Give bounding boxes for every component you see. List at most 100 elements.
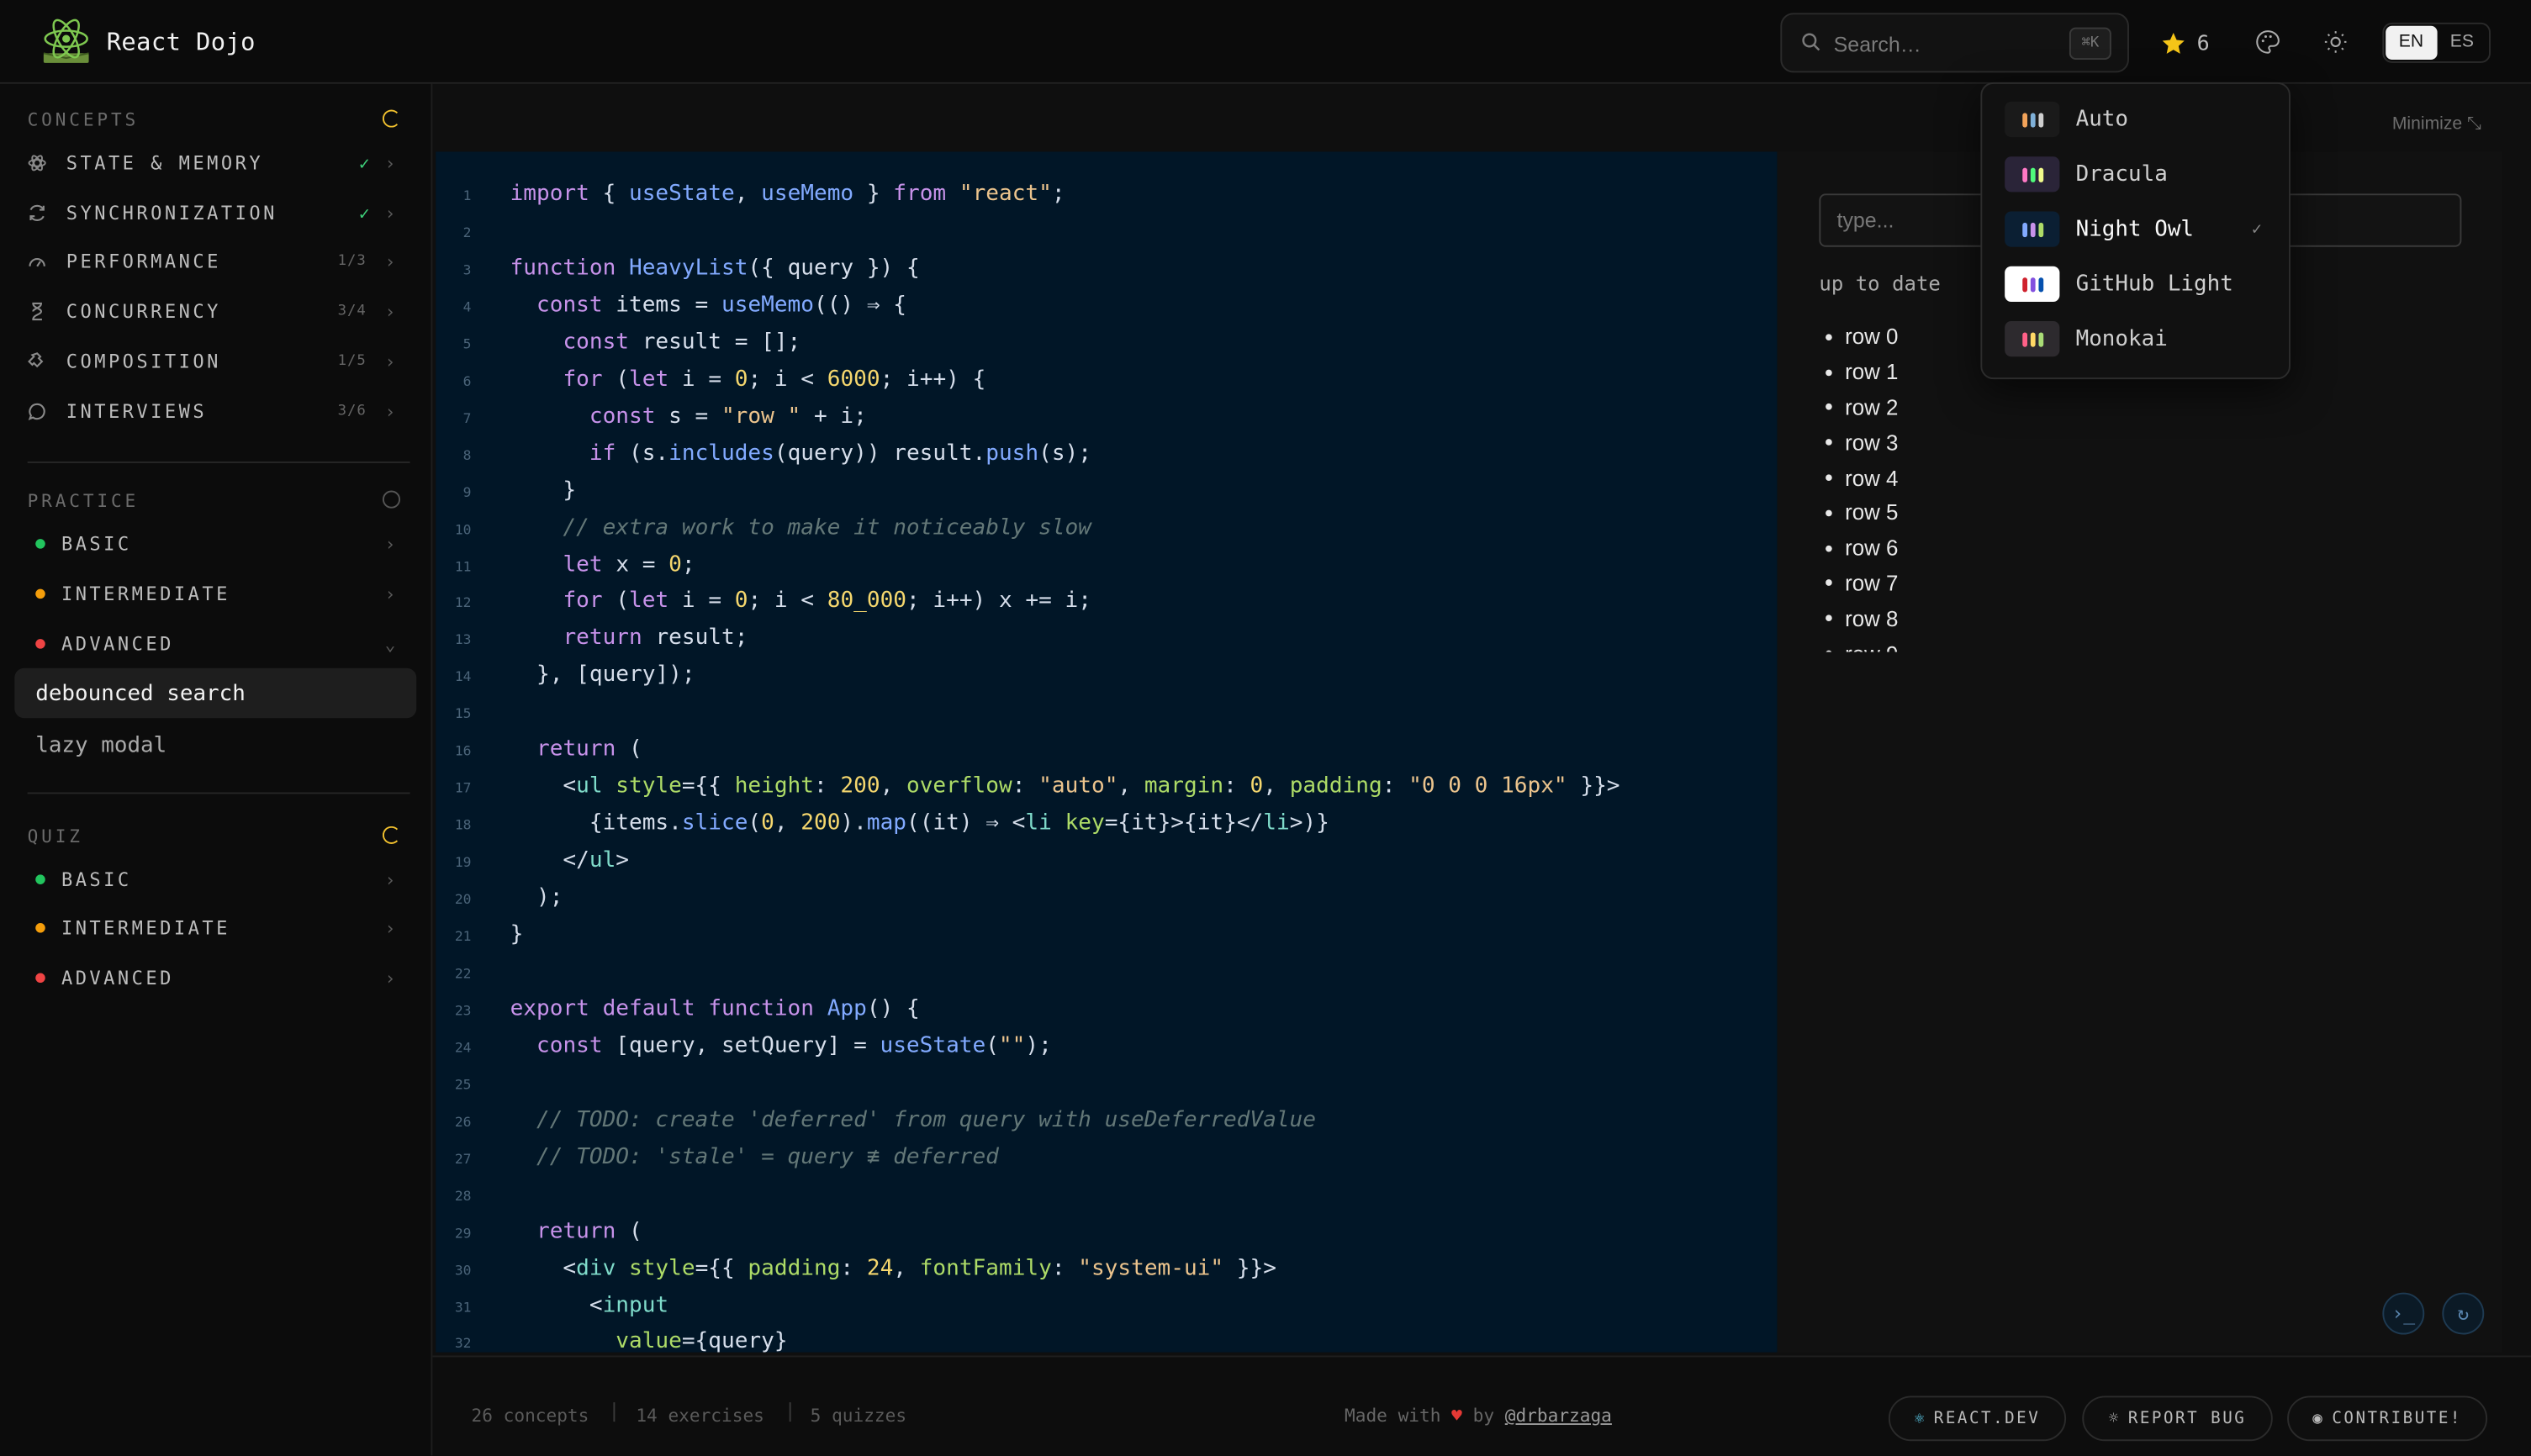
author-link[interactable]: @drbarzaga <box>1505 1406 1612 1427</box>
code-line[interactable]: 21} <box>436 921 1777 958</box>
theme-palette-button[interactable] <box>2252 26 2284 58</box>
react-dev-button[interactable]: ⚛ REACT.DEV <box>1888 1395 2067 1442</box>
code-text: {items.slice(0, 200).map((it) ⇒ <li key=… <box>510 810 1329 836</box>
line-number: 30 <box>454 1263 472 1279</box>
sidebar-item-practice-basic[interactable]: BASIC › <box>28 526 405 562</box>
code-line[interactable]: 13 return result; <box>436 625 1777 662</box>
chevron-right-icon: › <box>384 967 396 989</box>
code-line[interactable]: 12 for (let i = 0; i < 80_000; i++) x +=… <box>436 588 1777 625</box>
code-editor[interactable]: 1 import { useState, useMemo } from "reac… <box>436 151 1778 1353</box>
exercise-lazy-modal[interactable]: lazy modal <box>14 720 416 770</box>
code-text: // TODO: 'stale' = query ≢ deferred <box>536 1143 999 1170</box>
theme-option-auto[interactable]: Auto <box>2005 100 2273 139</box>
sidebar-item-synchronization[interactable]: SYNCHRONIZATION ✓ › <box>28 195 405 230</box>
code-line[interactable]: 17 <ul style={{ height: 200, overflow: "… <box>436 773 1777 810</box>
code-line[interactable]: 16 return ( <box>436 736 1777 773</box>
code-text: } <box>510 477 577 504</box>
console-button[interactable]: ›_ <box>2382 1292 2425 1335</box>
code-line[interactable]: 28 <box>436 1180 1777 1217</box>
line-number: 22 <box>454 966 472 983</box>
react-dojo-logo[interactable] <box>39 16 93 67</box>
sidebar-item-state-memory[interactable]: STATE & MEMORY ✓ › <box>28 145 405 181</box>
line-number: 14 <box>454 670 472 687</box>
code-line[interactable]: 7 const s = "row " + i; <box>436 403 1777 440</box>
sidebar-item-practice-advanced[interactable]: ADVANCED ⌄ <box>28 626 405 662</box>
chevron-right-icon: › <box>384 351 396 372</box>
code-line[interactable]: 15 <box>436 699 1777 736</box>
code-line[interactable]: 11 let x = 0; <box>436 551 1777 588</box>
lang-en-button[interactable]: EN <box>2386 25 2437 61</box>
sidebar-item-label: STATE & MEMORY <box>66 151 264 175</box>
list-item: row 4 <box>1826 460 2148 495</box>
report-bug-button[interactable]: ☼ REPORT BUG <box>2082 1395 2273 1442</box>
search-input[interactable] <box>1833 29 2076 59</box>
sidebar-item-performance[interactable]: PERFORMANCE 1/3 › <box>28 244 405 279</box>
line-number: 17 <box>454 781 472 798</box>
list-item: row 3 <box>1826 425 2148 461</box>
code-line[interactable]: 31 <input <box>436 1292 1777 1329</box>
code-line[interactable]: 18 {items.slice(0, 200).map((it) ⇒ <li k… <box>436 810 1777 847</box>
code-line[interactable]: 14 }, [query]); <box>436 662 1777 699</box>
sidebar-item-quiz-basic[interactable]: BASIC › <box>28 862 405 897</box>
sidebar-divider <box>27 792 410 794</box>
code-line[interactable]: 24 const [query, setQuery] = useState(""… <box>436 1032 1777 1069</box>
code-line[interactable]: 29 return ( <box>436 1218 1777 1255</box>
code-line[interactable]: 1 import { useState, useMemo } from "reac… <box>436 181 1777 218</box>
sidebar-item-concurrency[interactable]: CONCURRENCY 3/4 › <box>28 293 405 329</box>
chevron-right-icon: › <box>384 152 396 174</box>
code-line[interactable]: 9 } <box>436 477 1777 514</box>
theme-option-monokai[interactable]: Monokai <box>2005 319 2273 358</box>
sidebar-item-practice-intermediate[interactable]: INTERMEDIATE › <box>28 576 405 611</box>
palette-icon <box>2256 30 2280 54</box>
minimize-button[interactable]: Minimize ⤡ <box>2392 114 2481 135</box>
code-text: function HeavyList({ query }) { <box>510 255 920 281</box>
code-line[interactable]: 10 // extra work to make it noticeably s… <box>436 514 1777 551</box>
github-stars-button[interactable]: 6 <box>2159 28 2210 60</box>
app-title[interactable]: React Dojo <box>107 28 256 57</box>
refresh-button[interactable]: ↻ <box>2442 1292 2485 1335</box>
level-dot <box>35 539 45 549</box>
code-line[interactable]: 25 <box>436 1069 1777 1106</box>
code-line[interactable]: 32 value={query} <box>436 1329 1777 1353</box>
theme-option-dracula[interactable]: Dracula <box>2005 155 2273 193</box>
app-window: React Dojo ⌘K 6 EN ES CONCEPTS STATE & M… <box>0 0 2531 1456</box>
sidebar-item-composition[interactable]: COMPOSITION 1/5 › <box>28 344 405 379</box>
code-line[interactable]: 30 <div style={{ padding: 24, fontFamily… <box>436 1255 1777 1292</box>
check-icon: ✓ <box>358 152 370 174</box>
code-text: // TODO: create 'deferred' from query wi… <box>536 1106 1316 1133</box>
code-line[interactable]: 8 if (s.includes(query)) result.push(s); <box>436 440 1777 477</box>
code-line[interactable]: 22 <box>436 958 1777 995</box>
theme-option-night-owl[interactable]: Night Owl ✓ <box>2005 210 2273 249</box>
code-text: <ul style={{ height: 200, overflow: "aut… <box>510 773 1620 799</box>
sidebar-item-quiz-intermediate[interactable]: INTERMEDIATE › <box>28 910 405 946</box>
level-dot <box>35 874 45 884</box>
code-line[interactable]: 27 // TODO: 'stale' = query ≢ deferred <box>436 1143 1777 1180</box>
code-line[interactable]: 2 <box>436 218 1777 255</box>
terminal-icon: ›_ <box>2391 1302 2416 1325</box>
github-icon: ◉ <box>2312 1409 2322 1427</box>
exercise-debounced-search[interactable]: debounced search <box>14 667 417 719</box>
code-line[interactable]: 5 const result = []; <box>436 329 1777 366</box>
line-number: 10 <box>454 522 472 539</box>
sidebar-item-quiz-advanced[interactable]: ADVANCED › <box>28 960 405 995</box>
code-line[interactable]: 19 </ul> <box>436 847 1777 884</box>
language-switch: EN ES <box>2382 22 2491 63</box>
code-line[interactable]: 6 for (let i = 0; i < 6000; i++) { <box>436 366 1777 403</box>
sidebar-item-label: INTERMEDIATE <box>61 582 230 605</box>
sidebar-item-interviews[interactable]: INTERVIEWS 3/6 › <box>28 393 405 429</box>
search-box[interactable]: ⌘K <box>1780 13 2129 73</box>
code-line[interactable]: 4 const items = useMemo(() ⇒ { <box>436 292 1777 329</box>
sidebar-item-label: BASIC <box>61 868 132 891</box>
contribute-button[interactable]: ◉ CONTRIBUTE! <box>2287 1395 2488 1442</box>
code-line[interactable]: 23 export default function App() { <box>436 995 1777 1032</box>
theme-option-github-light[interactable]: GitHub Light <box>2005 265 2273 303</box>
line-number: 29 <box>454 1226 472 1242</box>
light-mode-button[interactable] <box>2319 26 2351 58</box>
progress-count: 3/4 <box>337 303 367 320</box>
lang-es-button[interactable]: ES <box>2437 26 2487 60</box>
code-line[interactable]: 3 function HeavyList({ query }) { <box>436 255 1777 292</box>
code-line[interactable]: 20 ); <box>436 884 1777 921</box>
line-number: 21 <box>454 929 472 946</box>
chevron-right-icon: › <box>384 401 396 422</box>
code-line[interactable]: 26 // TODO: create 'deferred' from query… <box>436 1106 1777 1143</box>
